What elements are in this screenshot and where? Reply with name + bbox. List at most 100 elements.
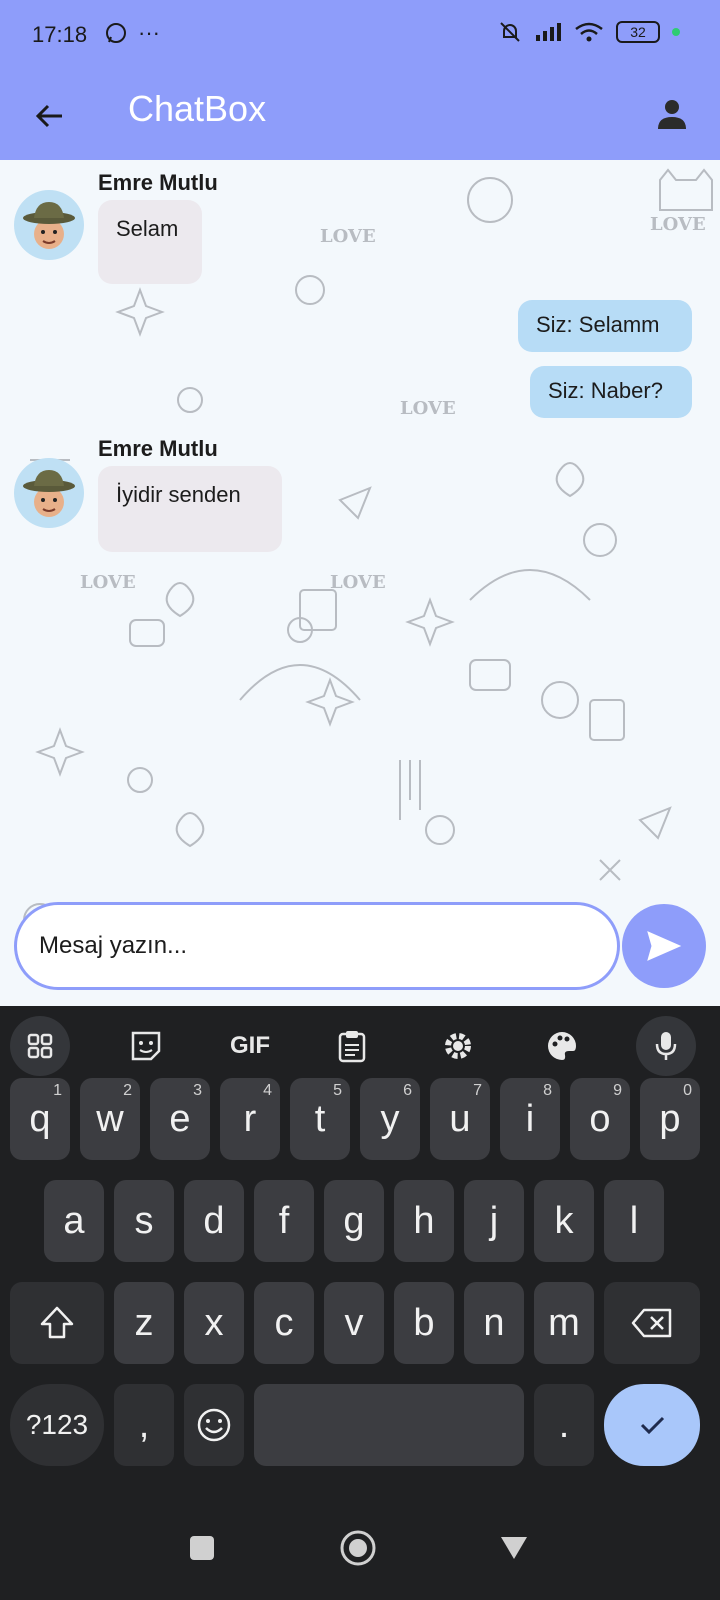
back-button[interactable]: [26, 92, 74, 140]
symbols-key[interactable]: ?123: [10, 1384, 104, 1466]
key-r[interactable]: r4: [220, 1078, 280, 1160]
sticker-button[interactable]: [116, 1016, 176, 1076]
key-a[interactable]: a: [44, 1180, 104, 1262]
key-f[interactable]: f: [254, 1180, 314, 1262]
send-button[interactable]: [622, 904, 706, 988]
gif-button[interactable]: GIF: [220, 1016, 280, 1076]
status-system-icons: 32: [498, 20, 680, 44]
key-z[interactable]: z: [114, 1282, 174, 1364]
key-o[interactable]: o9: [570, 1078, 630, 1160]
key-hint: 8: [543, 1082, 552, 1099]
checkmark-icon: [640, 1416, 665, 1435]
key-hint: 4: [263, 1082, 272, 1099]
sender-name: Emre Mutlu: [98, 170, 218, 195]
home-button[interactable]: [336, 1526, 380, 1570]
key-hint: 5: [333, 1082, 342, 1099]
key-b[interactable]: b: [394, 1282, 454, 1364]
key-q[interactable]: q1: [10, 1078, 70, 1160]
shift-key[interactable]: [10, 1282, 104, 1364]
theme-button[interactable]: [532, 1016, 592, 1076]
avatar[interactable]: [14, 458, 84, 528]
message-bubble-outgoing[interactable]: Siz: Selamm: [518, 300, 692, 352]
key-hint: 7: [473, 1082, 482, 1099]
key-t[interactable]: t5: [290, 1078, 350, 1160]
status-notification-icons: ···: [104, 20, 160, 46]
emoji-key[interactable]: [184, 1384, 244, 1466]
triangle-back-icon: [501, 1537, 527, 1559]
back-nav-button[interactable]: [492, 1526, 536, 1570]
recents-button[interactable]: [180, 1526, 224, 1570]
svg-text:LOVE: LOVE: [650, 214, 706, 235]
message-bubble-outgoing[interactable]: Siz: Naber?: [530, 366, 692, 418]
key-k[interactable]: k: [534, 1180, 594, 1262]
key-s[interactable]: s: [114, 1180, 174, 1262]
shift-icon: [40, 1306, 74, 1339]
key-hint: 2: [123, 1082, 132, 1099]
clipboard-button[interactable]: [322, 1016, 382, 1076]
key-p[interactable]: p0: [640, 1078, 700, 1160]
doodle-background-pattern: LOVE LOVE LOVE LOVE LOVE: [23, 168, 713, 937]
apps-grid-button[interactable]: [10, 1016, 70, 1076]
key-y[interactable]: y6: [360, 1078, 420, 1160]
key-l[interactable]: l: [604, 1180, 664, 1262]
key-m[interactable]: m: [534, 1282, 594, 1364]
circle-home-icon: [340, 1530, 376, 1566]
battery-icon: 32: [616, 21, 660, 43]
status-bar: 17:18 ··· 32: [0, 0, 720, 72]
key-label: t: [314, 1097, 326, 1140]
key-j[interactable]: j: [464, 1180, 524, 1262]
charging-dot-icon: [672, 28, 680, 36]
system-navigation-bar: [0, 1498, 720, 1600]
key-u[interactable]: u7: [430, 1078, 490, 1160]
svg-text:LOVE: LOVE: [320, 226, 376, 247]
chat-area[interactable]: LOVE LOVE LOVE LOVE LOVE Emre Mutlu Selam S…: [0, 160, 720, 1006]
avatar[interactable]: [14, 190, 84, 260]
key-d[interactable]: d: [184, 1180, 244, 1262]
period-key[interactable]: .: [534, 1384, 594, 1466]
page-title: ChatBox: [128, 88, 267, 129]
key-hint: 1: [53, 1082, 62, 1099]
more-notifications-icon: ···: [138, 20, 160, 45]
wifi-icon: [575, 22, 603, 42]
enter-key[interactable]: [604, 1384, 700, 1466]
svg-text:LOVE: LOVE: [330, 572, 386, 593]
message-bubble-incoming[interactable]: Selam: [98, 200, 202, 284]
gear-icon: [445, 1033, 471, 1059]
key-g[interactable]: g: [324, 1180, 384, 1262]
key-e[interactable]: e3: [150, 1078, 210, 1160]
profile-button[interactable]: [648, 90, 696, 138]
key-i[interactable]: i8: [500, 1078, 560, 1160]
settings-button[interactable]: [428, 1016, 488, 1076]
key-w[interactable]: w2: [80, 1078, 140, 1160]
send-icon: [647, 931, 682, 961]
key-label: o: [589, 1097, 611, 1140]
person-icon: [658, 100, 686, 129]
key-hint: 3: [193, 1082, 202, 1099]
comma-key[interactable]: ,: [114, 1384, 174, 1466]
key-n[interactable]: n: [464, 1282, 524, 1364]
explorer-avatar-icon: [23, 470, 75, 517]
key-v[interactable]: v: [324, 1282, 384, 1364]
key-hint: 0: [683, 1082, 692, 1099]
sender-name: Emre Mutlu: [98, 436, 218, 461]
space-key[interactable]: [254, 1384, 524, 1466]
key-c[interactable]: c: [254, 1282, 314, 1364]
voice-input-button[interactable]: [636, 1016, 696, 1076]
backspace-icon: [631, 1308, 672, 1338]
key-label: i: [525, 1097, 535, 1140]
mute-icon: [500, 22, 520, 42]
backspace-key[interactable]: [604, 1282, 700, 1364]
message-bubble-incoming[interactable]: İyidir senden: [98, 466, 282, 552]
key-label: y: [380, 1097, 400, 1140]
palette-icon: [548, 1032, 576, 1060]
key-label: q: [29, 1097, 51, 1140]
message-composer: [0, 900, 720, 1006]
key-h[interactable]: h: [394, 1180, 454, 1262]
key-label: u: [449, 1097, 471, 1140]
message-input[interactable]: [14, 902, 620, 990]
explorer-avatar-icon: [23, 202, 75, 249]
signal-icon: [536, 23, 561, 41]
key-x[interactable]: x: [184, 1282, 244, 1364]
key-label: p: [659, 1097, 681, 1140]
svg-text:LOVE: LOVE: [400, 398, 456, 419]
